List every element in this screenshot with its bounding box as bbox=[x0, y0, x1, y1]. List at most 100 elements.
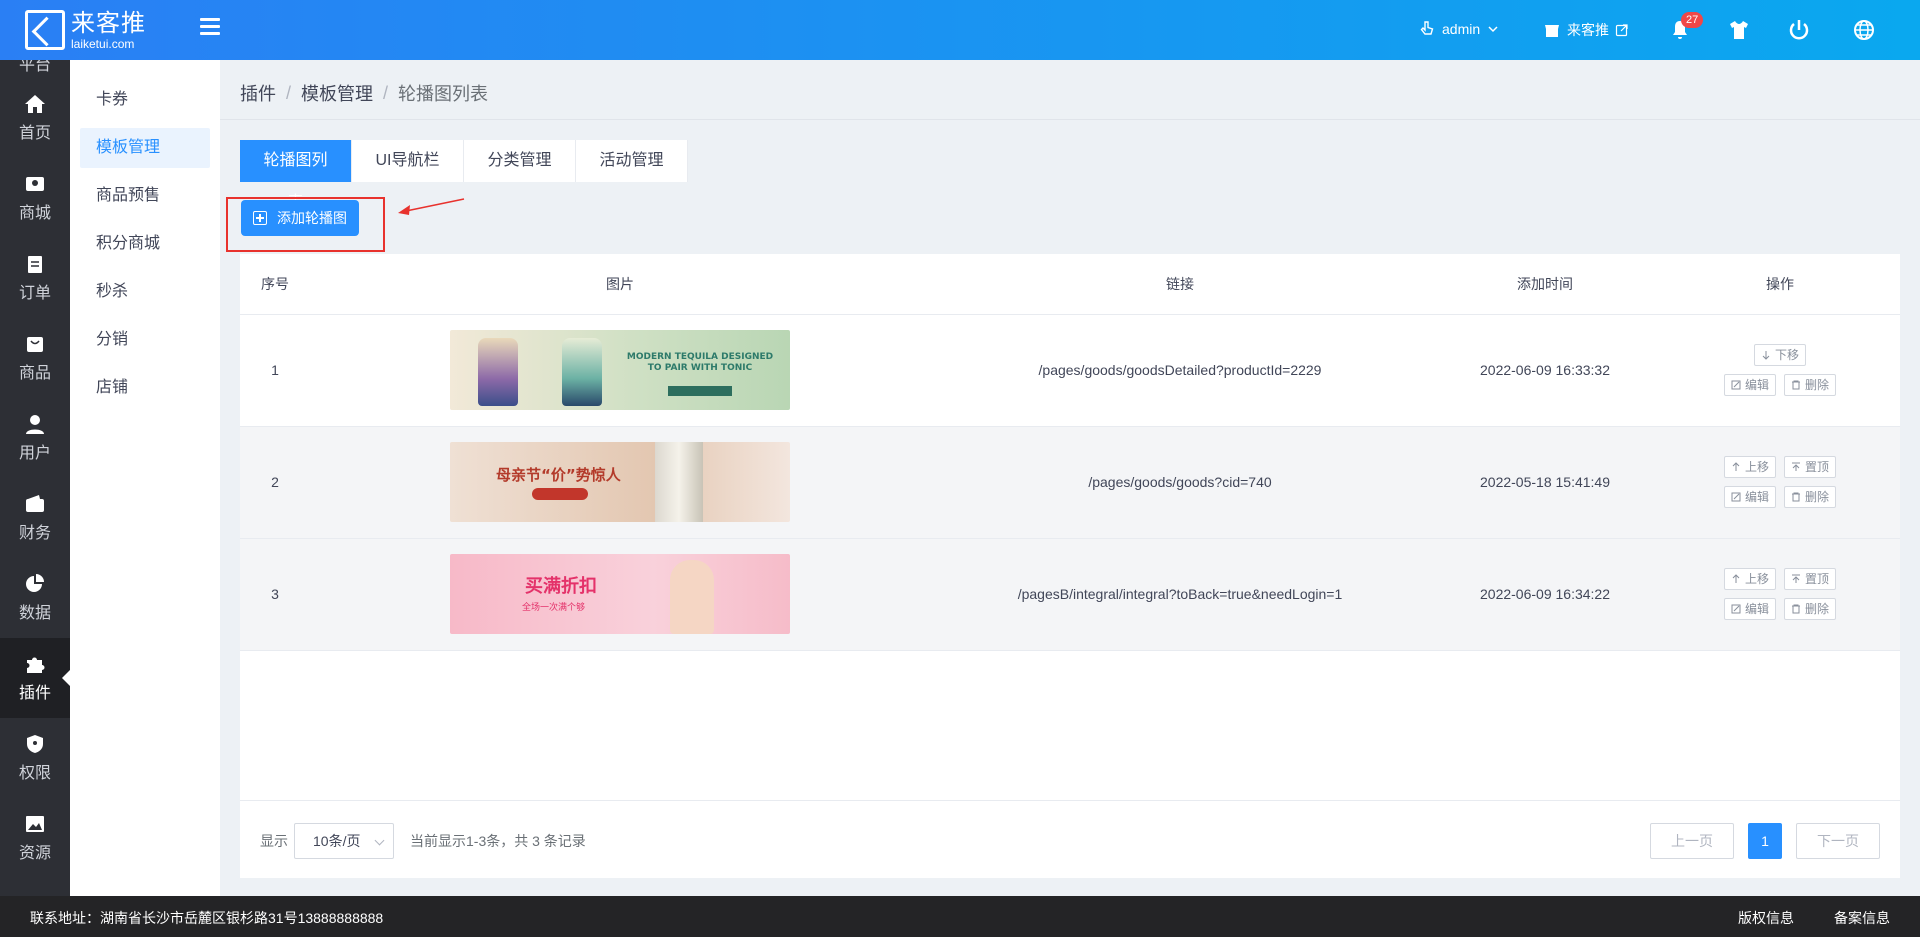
banner-image: MODERN TEQUILA DESIGNED TO PAIR WITH TON… bbox=[450, 330, 790, 410]
edit-button[interactable]: 编辑 bbox=[1723, 374, 1776, 396]
sidebar-label: 商品 bbox=[18, 364, 51, 382]
menu-toggle-icon[interactable] bbox=[200, 18, 220, 38]
pin-top-button[interactable]: 置顶 bbox=[1784, 456, 1837, 478]
move-down-button[interactable]: 下移 bbox=[1753, 344, 1806, 366]
sidebar-item-goods[interactable]: 商品 bbox=[0, 318, 70, 398]
sidebar-item-platform[interactable]: 平台 bbox=[0, 60, 70, 78]
tab-ui-nav[interactable]: UI导航栏 bbox=[352, 140, 464, 182]
prev-page-button[interactable]: 上一页 bbox=[1650, 823, 1734, 859]
submenu-item-points-mall[interactable]: 积分商城 bbox=[80, 224, 210, 264]
sidebar-item-plugins[interactable]: 插件 bbox=[0, 638, 70, 718]
logo[interactable]: 来客推 laiketui.com bbox=[25, 8, 146, 52]
cell-time: 2022-06-09 16:33:32 bbox=[1430, 314, 1660, 427]
banner-text: 母亲节“价”势惊人 bbox=[496, 466, 621, 484]
tab-bar: 轮播图列表 UI导航栏 分类管理 活动管理 bbox=[240, 140, 688, 211]
sidebar-label: 用户 bbox=[18, 444, 51, 462]
logo-title: 来客推 bbox=[71, 8, 146, 37]
page-number-1[interactable]: 1 bbox=[1748, 823, 1782, 859]
image-icon bbox=[26, 815, 44, 832]
edit-button[interactable]: 编辑 bbox=[1723, 598, 1776, 620]
banner-text: MODERN TEQUILA DESIGNED TO PAIR WITH TON… bbox=[626, 352, 774, 373]
delete-button[interactable]: 删除 bbox=[1784, 374, 1837, 396]
submenu-item-template-management[interactable]: 模板管理 bbox=[80, 128, 210, 168]
submenu-item-distribution[interactable]: 分销 bbox=[80, 320, 210, 360]
tab-category[interactable]: 分类管理 bbox=[464, 140, 576, 182]
sidebar-item-users[interactable]: 用户 bbox=[0, 398, 70, 478]
col-header-no: 序号 bbox=[240, 254, 310, 315]
submenu-item-coupons[interactable]: 卡券 bbox=[80, 80, 210, 120]
copyright-link[interactable]: 版权信息 bbox=[1738, 908, 1794, 928]
record-link[interactable]: 备案信息 bbox=[1834, 908, 1890, 928]
trash-icon bbox=[1792, 492, 1800, 502]
footer-address: 联系地址：湖南省长沙市岳麓区银杉路31号13888888888 bbox=[30, 910, 384, 926]
submenu-item-presale[interactable]: 商品预售 bbox=[80, 176, 210, 216]
tshirt-icon[interactable] bbox=[1727, 18, 1751, 42]
sidebar-label: 资源 bbox=[18, 844, 51, 862]
globe-icon[interactable] bbox=[1852, 18, 1876, 42]
table-row: 2 母亲节“价”势惊人 /pages/goods/goods?cid=740 2… bbox=[240, 426, 1900, 539]
cell-no: 1 bbox=[240, 314, 310, 427]
breadcrumb-item-plugins[interactable]: 插件 bbox=[240, 80, 276, 106]
cell-link: /pagesB/integral/integral?toBack=true&ne… bbox=[930, 538, 1430, 651]
bag-icon bbox=[27, 336, 43, 352]
col-header-time: 添加时间 bbox=[1430, 254, 1660, 315]
sidebar-label: 首页 bbox=[18, 124, 51, 142]
user-menu[interactable]: admin bbox=[1418, 20, 1500, 38]
sidebar-item-permissions[interactable]: 权限 bbox=[0, 718, 70, 798]
page-size-label: 显示 bbox=[260, 833, 288, 849]
edit-button[interactable]: 编辑 bbox=[1723, 486, 1776, 508]
pin-top-icon bbox=[1792, 574, 1800, 583]
sidebar-label: 插件 bbox=[18, 684, 51, 702]
add-banner-button[interactable]: 添加轮播图 bbox=[241, 200, 359, 236]
sidebar-item-finance[interactable]: 财务 bbox=[0, 478, 70, 558]
chevron-down-icon bbox=[1488, 26, 1498, 33]
notification-badge: 27 bbox=[1681, 12, 1704, 28]
tab-banner-list[interactable]: 轮播图列表 bbox=[240, 140, 352, 211]
notification-bell-icon[interactable]: 27 bbox=[1668, 12, 1704, 42]
cell-time: 2022-06-09 16:34:22 bbox=[1430, 538, 1660, 651]
banner-image: 母亲节“价”势惊人 bbox=[450, 442, 790, 522]
sidebar-item-home[interactable]: 首页 bbox=[0, 78, 70, 158]
sidebar-label: 数据 bbox=[18, 604, 51, 622]
page-size-select[interactable]: 10条/页 bbox=[294, 823, 394, 859]
shop-link[interactable]: 来客推 bbox=[1543, 20, 1629, 40]
move-up-button[interactable]: 上移 bbox=[1723, 456, 1776, 478]
banner-subtext: 全场一次满个够 bbox=[522, 603, 586, 613]
puzzle-icon bbox=[27, 657, 45, 673]
submenu-item-shops[interactable]: 店铺 bbox=[80, 368, 210, 408]
annotation-arrow-icon bbox=[398, 198, 465, 215]
sidebar-item-data[interactable]: 数据 bbox=[0, 558, 70, 638]
sidebar-item-store[interactable]: 商城 bbox=[0, 158, 70, 238]
power-icon[interactable] bbox=[1787, 18, 1811, 42]
arrow-down-icon bbox=[1762, 351, 1770, 360]
move-up-button[interactable]: 上移 bbox=[1723, 568, 1776, 590]
delete-button[interactable]: 删除 bbox=[1784, 486, 1837, 508]
logo-mark-icon bbox=[25, 10, 65, 50]
cell-link: /pages/goods/goodsDetailed?productId=222… bbox=[930, 314, 1430, 427]
cell-no: 2 bbox=[240, 426, 310, 539]
edit-icon bbox=[1731, 492, 1741, 502]
banner-image: 买满折扣 全场一次满个够 bbox=[450, 554, 790, 634]
submenu-item-flash-sale[interactable]: 秒杀 bbox=[80, 272, 210, 312]
store-front-icon bbox=[1545, 25, 1559, 37]
shop-name: 来客推 bbox=[1567, 22, 1609, 38]
next-page-button[interactable]: 下一页 bbox=[1796, 823, 1880, 859]
col-header-link: 链接 bbox=[930, 254, 1430, 315]
trash-icon bbox=[1792, 604, 1800, 614]
external-link-icon bbox=[1615, 24, 1628, 37]
pin-top-button[interactable]: 置顶 bbox=[1784, 568, 1837, 590]
breadcrumb-item-template[interactable]: 模板管理 bbox=[301, 80, 373, 106]
edit-icon bbox=[1731, 380, 1741, 390]
delete-button[interactable]: 删除 bbox=[1784, 598, 1837, 620]
clipboard-icon bbox=[28, 255, 42, 273]
col-header-actions: 操作 bbox=[1660, 254, 1900, 315]
sidebar-item-resources[interactable]: 资源 bbox=[0, 798, 70, 878]
arrow-up-icon bbox=[1732, 574, 1740, 583]
sidebar-label: 商城 bbox=[18, 204, 51, 222]
tab-activity[interactable]: 活动管理 bbox=[576, 140, 688, 182]
sidebar-item-orders[interactable]: 订单 bbox=[0, 238, 70, 318]
cell-time: 2022-05-18 15:41:49 bbox=[1430, 426, 1660, 539]
user-name: admin bbox=[1442, 21, 1481, 37]
breadcrumb-divider bbox=[220, 119, 1920, 120]
wallet-icon bbox=[26, 494, 44, 512]
